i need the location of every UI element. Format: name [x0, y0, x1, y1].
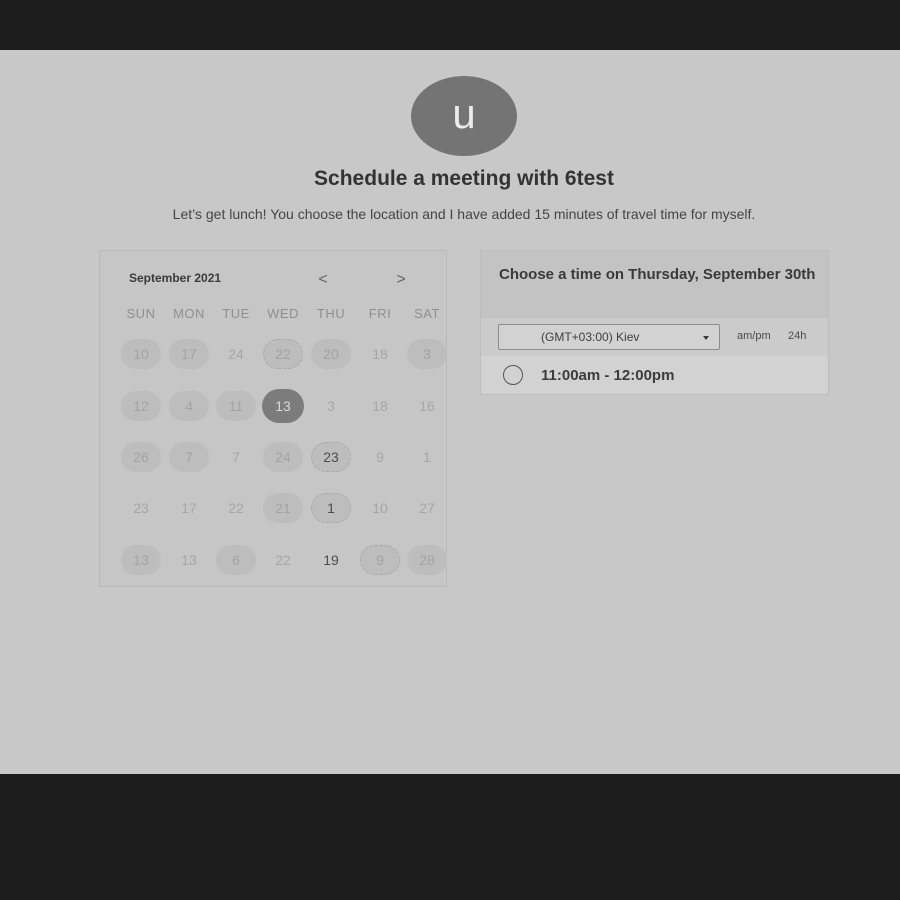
calendar-day: 16 [419, 398, 435, 414]
calendar-month-label: September 2021 [129, 271, 222, 285]
weekday-mon: MON [173, 306, 205, 321]
calendar-day[interactable]: 10 [121, 339, 161, 369]
calendar-day: 13 [181, 552, 197, 568]
calendar-day: 17 [181, 500, 197, 516]
weekday-tue: TUE [222, 306, 250, 321]
calendar-day[interactable]: 21 [263, 493, 303, 523]
calendar-day: 18 [372, 346, 388, 362]
time-panel-title: Choose a time on Thursday, September 30t… [499, 266, 816, 283]
calendar-day[interactable]: 23 [311, 442, 351, 472]
selected-day[interactable]: 13 [262, 389, 304, 423]
timezone-value: (GMT+03:00) Kiev [541, 330, 640, 344]
calendar-day[interactable]: 24 [263, 442, 303, 472]
calendar-day[interactable]: 3 [407, 339, 447, 369]
caret-down-icon [703, 336, 709, 340]
calendar-day[interactable]: 4 [169, 391, 209, 421]
weekday-wed: WED [267, 306, 299, 321]
calendar-day: 19 [323, 552, 339, 568]
avatar-letter: u [452, 90, 476, 137]
calendar-day[interactable]: 12 [121, 391, 161, 421]
time-slot-label[interactable]: 11:00am - 12:00pm [541, 367, 674, 384]
calendar-day: 7 [232, 449, 240, 465]
calendar-day[interactable]: 17 [169, 339, 209, 369]
scheduling-page: u Schedule a meeting with 6test Let’s ge… [0, 50, 900, 774]
calendar-day: 3 [327, 398, 335, 414]
calendar-day[interactable]: 22 [263, 339, 303, 369]
calendar-day: 9 [376, 449, 384, 465]
calendar-day[interactable]: 7 [169, 442, 209, 472]
weekday-thu: THU [316, 306, 346, 321]
format-24h-toggle[interactable]: 24h [788, 330, 806, 342]
calendar-day[interactable]: 28 [407, 545, 447, 575]
weekday-fri: FRI [368, 306, 392, 321]
calendar-weekday-header: SUN MON TUE WED THU FRI SAT [100, 306, 448, 322]
weekday-sun: SUN [126, 306, 156, 321]
calendar-day[interactable]: 11 [216, 391, 256, 421]
calendar-day[interactable]: 9 [360, 545, 400, 575]
calendar-day[interactable]: 1 [311, 493, 351, 523]
page-description: Let’s get lunch! You choose the location… [172, 206, 756, 222]
calendar-day: 1 [423, 449, 431, 465]
calendar-day: 27 [419, 500, 435, 516]
timezone-select[interactable]: (GMT+03:00) Kiev [498, 324, 720, 350]
next-month-icon[interactable]: > [389, 269, 413, 291]
calendar-day[interactable]: 26 [121, 442, 161, 472]
calendar-day: 22 [275, 552, 291, 568]
calendar-day: 10 [372, 500, 388, 516]
page-title: Schedule a meeting with 6test [314, 167, 614, 190]
calendar-day: 23 [133, 500, 149, 516]
previous-month-icon[interactable]: < [311, 269, 335, 291]
calendar: September 2021 < > SUN MON TUE WED THU FRI SAT… [99, 250, 447, 587]
time-panel-header: Choose a time on Thursday, September 30t… [481, 251, 828, 318]
calendar-day[interactable]: 6 [216, 545, 256, 575]
format-ampm-toggle[interactable]: am/pm [737, 330, 771, 342]
calendar-day[interactable]: 13 [121, 545, 161, 575]
avatar: u [411, 76, 517, 156]
time-slot-radio[interactable] [503, 365, 523, 385]
calendar-day: 18 [372, 398, 388, 414]
time-selection-panel: Choose a time on Thursday, September 30t… [480, 250, 829, 395]
weekday-sat: SAT [414, 306, 440, 321]
calendar-day: 24 [228, 346, 244, 362]
calendar-day: 22 [228, 500, 244, 516]
calendar-day[interactable]: 20 [311, 339, 351, 369]
